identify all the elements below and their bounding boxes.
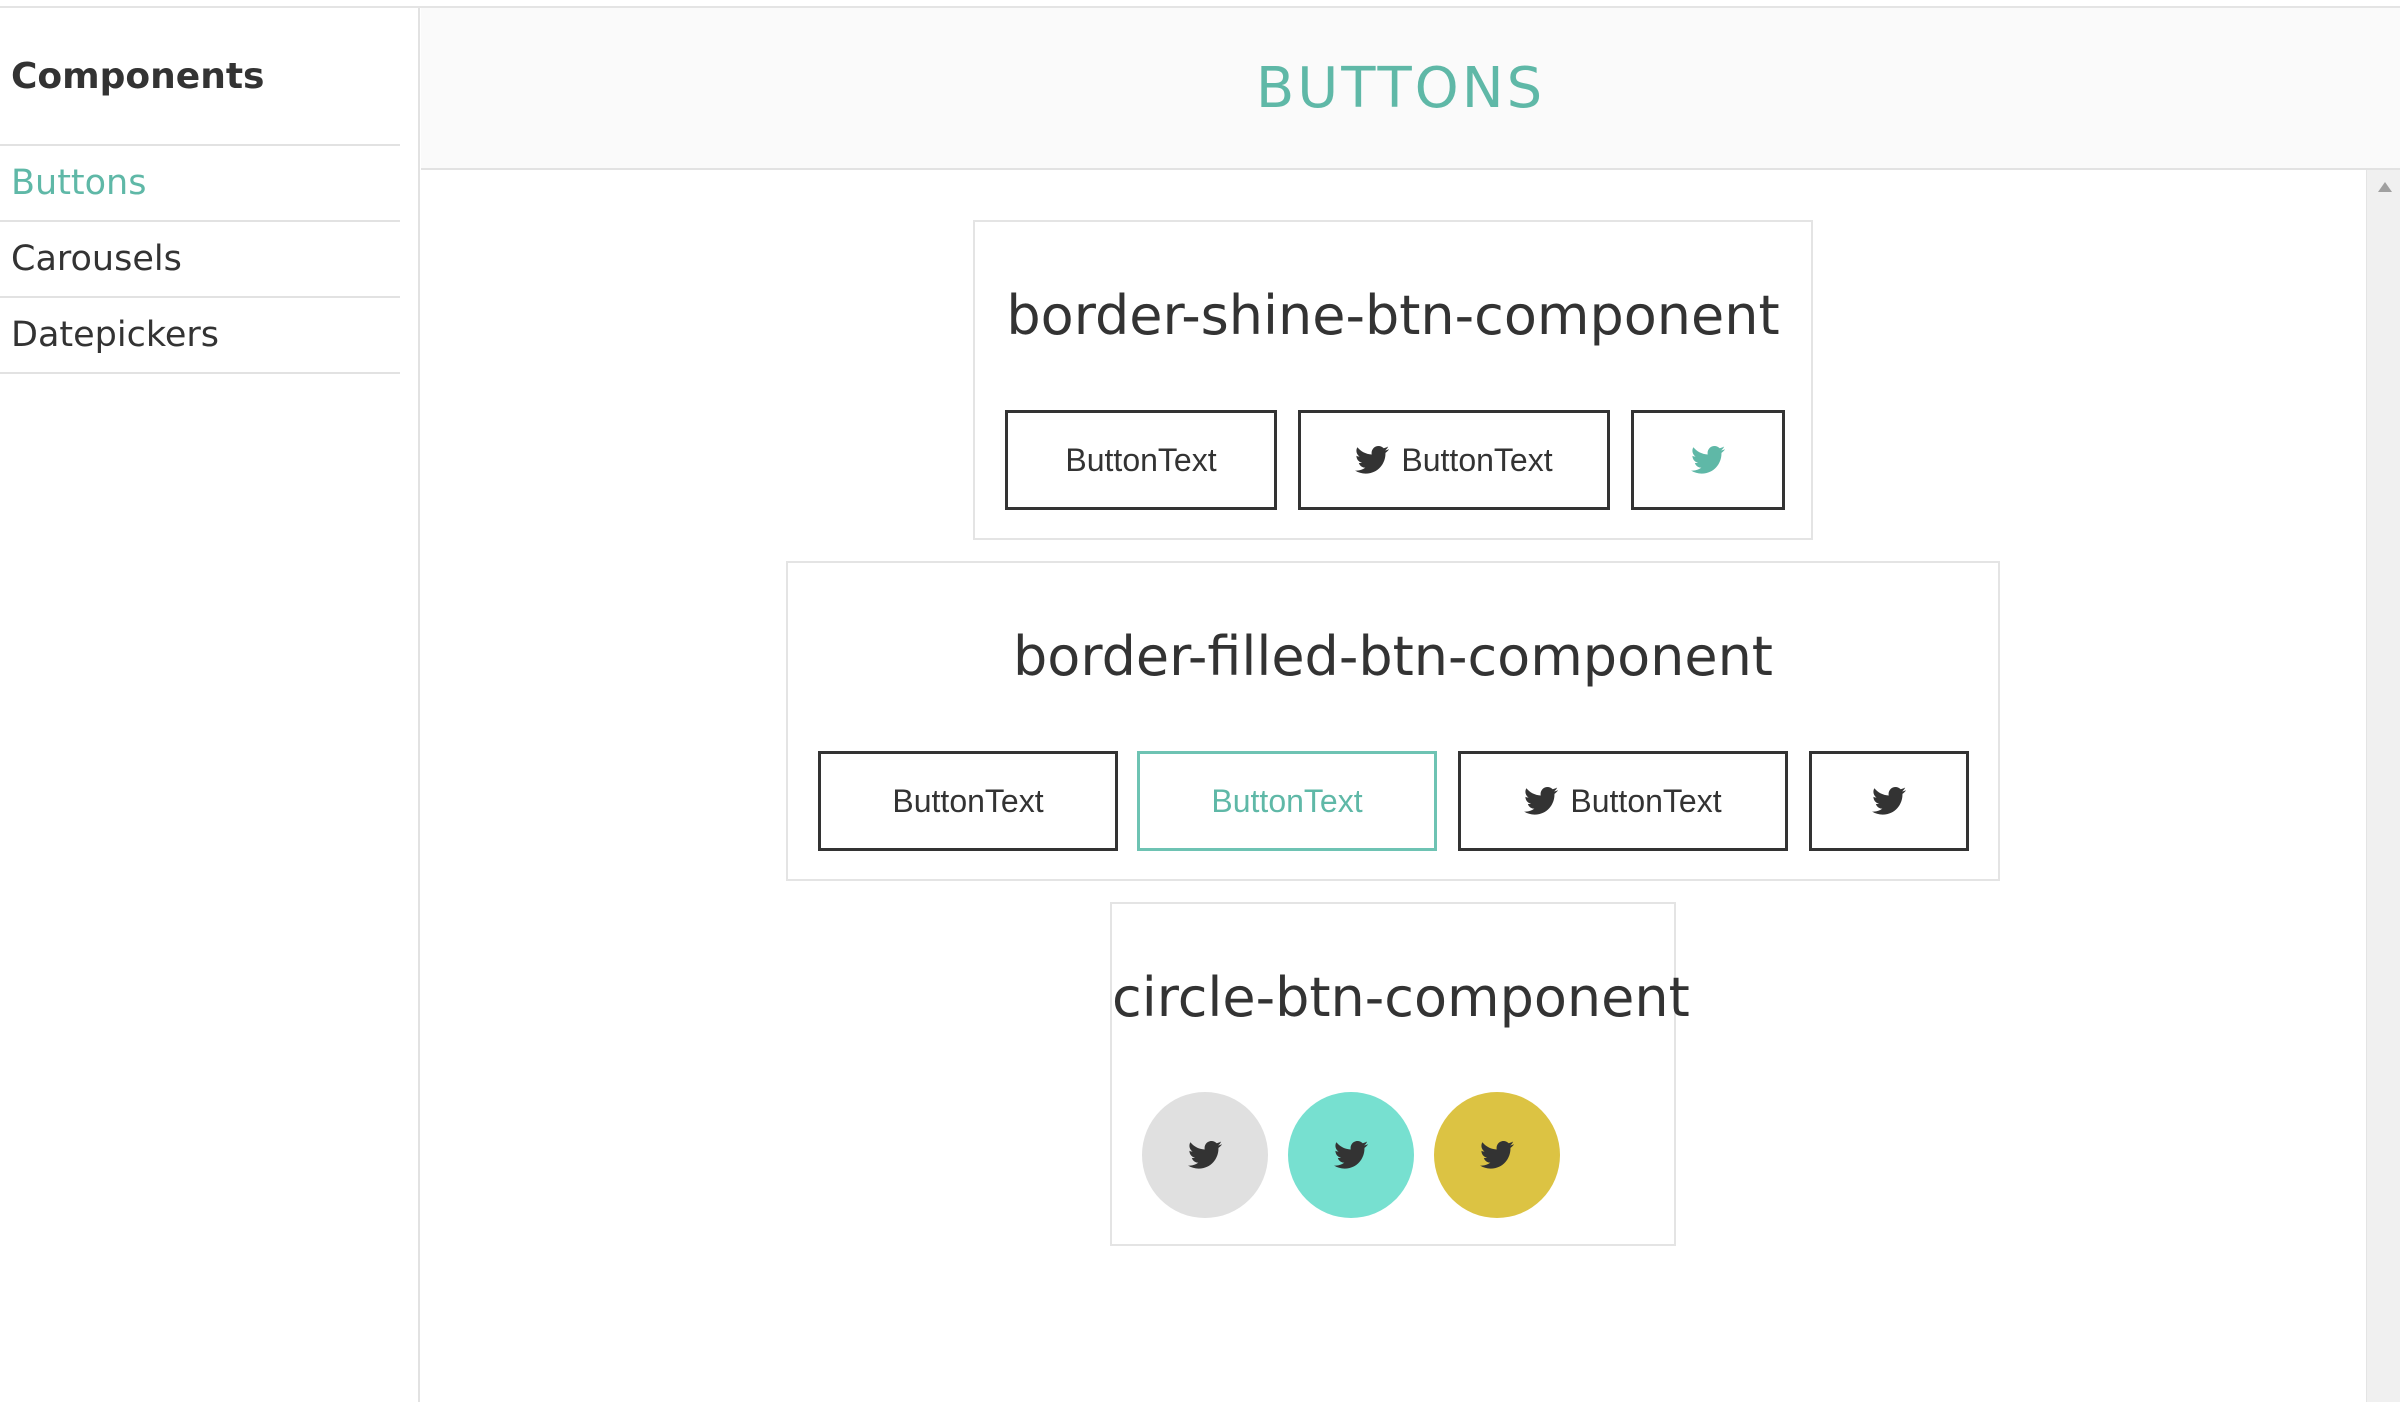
border-shine-card: border-shine-btn-component ButtonText Bu…	[973, 220, 1813, 540]
scroll-up-arrow-icon[interactable]	[2378, 182, 2392, 192]
top-border	[0, 0, 2400, 8]
twitter-icon	[1691, 445, 1725, 475]
circle-button-grey[interactable]	[1142, 1092, 1268, 1218]
sidebar: Components Buttons Carousels Datepickers	[0, 8, 420, 1402]
page-title: BUTTONS	[1255, 55, 1546, 121]
button-label: ButtonText	[892, 782, 1044, 819]
twitter-icon	[1872, 786, 1906, 816]
sidebar-item-datepickers[interactable]: Datepickers	[0, 298, 400, 374]
circle-button-gold[interactable]	[1434, 1092, 1560, 1218]
border-shine-button-icon-text[interactable]: ButtonText	[1298, 410, 1610, 510]
border-filled-button-text[interactable]: ButtonText	[818, 751, 1118, 851]
border-filled-card: border-filled-btn-component ButtonText B…	[786, 561, 2000, 881]
sidebar-item-carousels[interactable]: Carousels	[0, 222, 400, 298]
twitter-icon	[1355, 445, 1390, 475]
button-label: ButtonText	[1065, 441, 1217, 478]
border-filled-button-icon-only[interactable]	[1809, 751, 1969, 851]
page-header: BUTTONS	[421, 8, 2400, 170]
twitter-icon	[1524, 786, 1559, 816]
vertical-scrollbar[interactable]	[2366, 170, 2400, 1402]
sidebar-item-buttons[interactable]: Buttons	[0, 146, 400, 222]
button-label: ButtonText	[1211, 782, 1363, 819]
border-shine-title: border-shine-btn-component	[1006, 284, 1780, 347]
twitter-icon	[1334, 1140, 1368, 1170]
border-filled-button-icon-text[interactable]: ButtonText	[1458, 751, 1788, 851]
sidebar-heading: Components	[11, 56, 265, 97]
border-filled-title: border-filled-btn-component	[1013, 625, 1773, 688]
button-label: ButtonText	[1570, 782, 1722, 819]
twitter-icon	[1480, 1140, 1514, 1170]
sidebar-nav: Buttons Carousels Datepickers	[0, 144, 400, 374]
border-filled-button-text-hover[interactable]: ButtonText	[1137, 751, 1437, 851]
circle-card: circle-btn-component	[1110, 902, 1690, 1246]
circle-title: circle-btn-component	[1112, 966, 1690, 1029]
border-shine-button-text[interactable]: ButtonText	[1005, 410, 1277, 510]
border-shine-button-icon-only[interactable]	[1631, 410, 1785, 510]
twitter-icon	[1188, 1140, 1222, 1170]
circle-button-teal[interactable]	[1288, 1092, 1414, 1218]
button-label: ButtonText	[1401, 441, 1553, 478]
